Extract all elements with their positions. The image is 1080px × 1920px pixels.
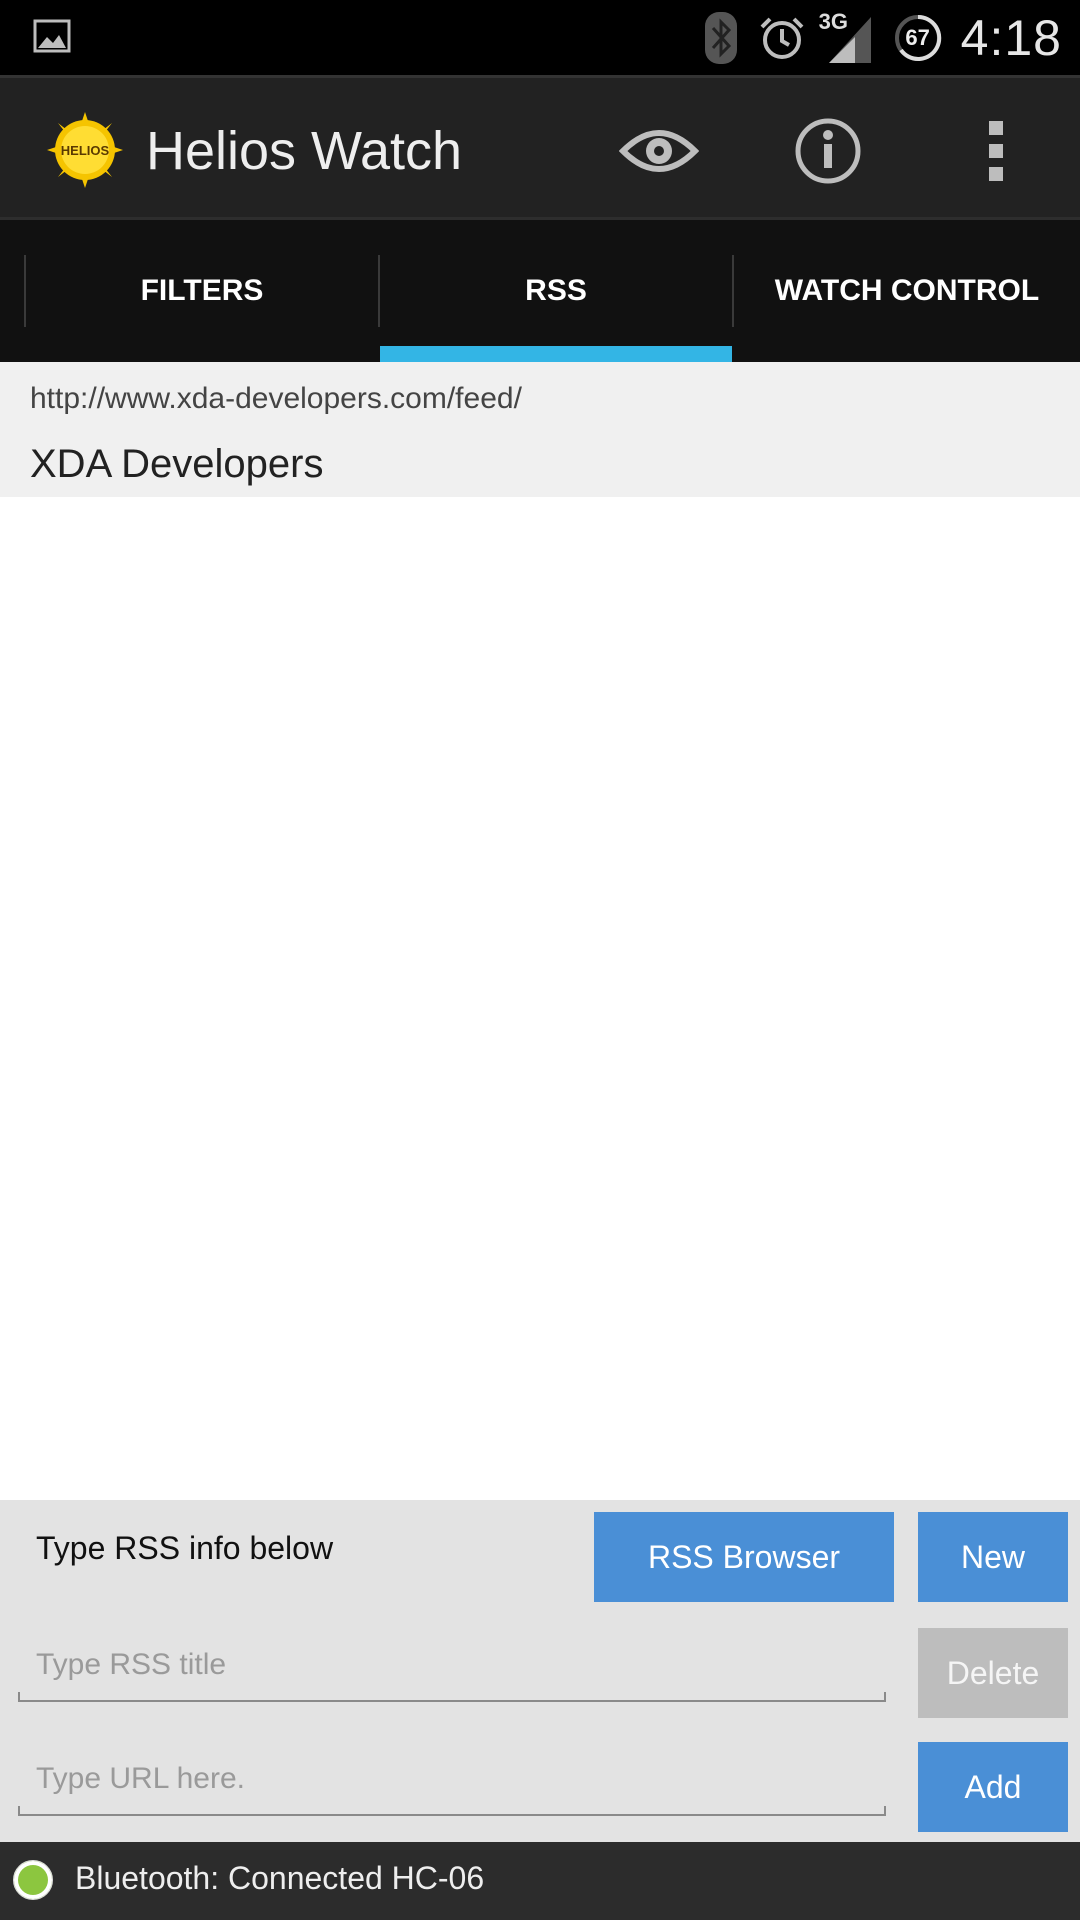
list-item[interactable]: http://www.xda-developers.com/feed/ XDA … xyxy=(0,362,1080,497)
alarm-icon xyxy=(757,13,807,63)
status-time: 4:18 xyxy=(960,9,1062,66)
image-notification-icon xyxy=(33,17,73,57)
bluetooth-status-bar: Bluetooth: Connected HC-06 xyxy=(0,1842,1080,1920)
input-underline-tick xyxy=(884,1692,886,1702)
tab-bar: FILTERS RSS WATCH CONTROL xyxy=(0,220,1080,362)
tab-label: FILTERS xyxy=(140,274,264,307)
bluetooth-icon xyxy=(703,10,739,66)
feed-title: XDA Developers xyxy=(30,442,324,486)
rss-browser-button[interactable]: RSS Browser xyxy=(594,1512,894,1602)
tab-filters[interactable]: FILTERS xyxy=(26,220,378,362)
new-button[interactable]: New xyxy=(918,1512,1068,1602)
rss-url-field[interactable] xyxy=(18,1742,886,1816)
helios-logo-icon[interactable]: HELIOS xyxy=(45,110,125,190)
battery-level: 67 xyxy=(905,24,930,50)
status-bar: 3G 67 4:18 xyxy=(0,0,1080,75)
overflow-menu-icon[interactable] xyxy=(953,108,1039,194)
tab-watch-control[interactable]: WATCH CONTROL xyxy=(734,220,1080,362)
tab-rss[interactable]: RSS xyxy=(380,220,732,362)
input-underline xyxy=(18,1814,886,1816)
info-icon[interactable] xyxy=(785,108,871,194)
eye-icon[interactable] xyxy=(616,108,702,194)
tab-label: RSS xyxy=(525,274,587,307)
rss-hint-label: Type RSS info below xyxy=(36,1530,334,1566)
signal-icon: 3G xyxy=(819,9,875,65)
input-underline-tick xyxy=(18,1692,20,1702)
delete-button[interactable]: Delete xyxy=(918,1628,1068,1718)
input-underline xyxy=(18,1700,886,1702)
svg-text:HELIOS: HELIOS xyxy=(61,143,110,158)
rss-edit-panel: Type RSS info below RSS Browser New Dele… xyxy=(0,1500,1080,1842)
add-button[interactable]: Add xyxy=(918,1742,1068,1832)
action-bar: HELIOS Helios Watch xyxy=(0,75,1080,220)
input-underline-tick xyxy=(18,1806,20,1816)
connection-status-icon xyxy=(13,1860,53,1900)
app-title: Helios Watch xyxy=(146,121,463,181)
rss-title-field[interactable] xyxy=(18,1628,886,1702)
input-underline-tick xyxy=(884,1806,886,1816)
rss-title-input[interactable] xyxy=(18,1628,886,1702)
bluetooth-status-text: Bluetooth: Connected HC-06 xyxy=(75,1860,485,1896)
rss-url-input[interactable] xyxy=(18,1742,886,1816)
battery-icon: 67 xyxy=(893,13,943,63)
selected-tab-indicator xyxy=(380,346,732,362)
feed-url: http://www.xda-developers.com/feed/ xyxy=(30,382,522,415)
tab-label: WATCH CONTROL xyxy=(774,274,1040,307)
network-type-label: 3G xyxy=(818,8,849,34)
